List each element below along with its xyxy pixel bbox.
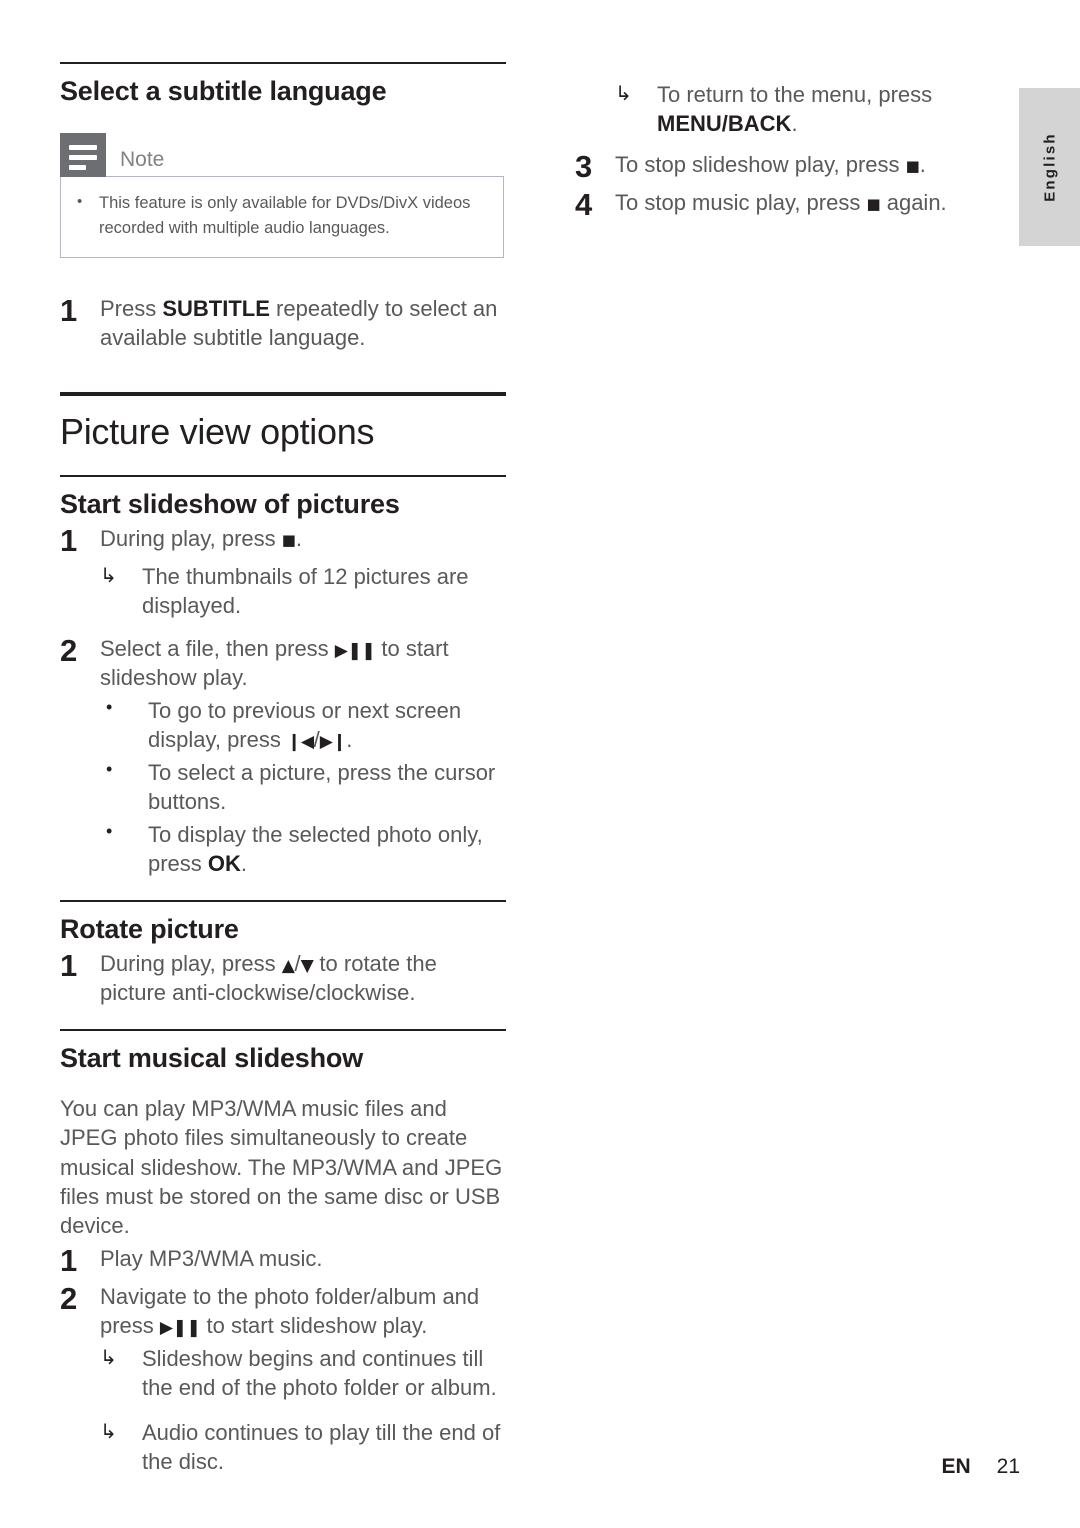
step-number: 2 [60,1280,78,1316]
step-item: 2 Navigate to the photo folder/album and… [60,1282,506,1340]
musical-slideshow-paragraph: You can play MP3/WMA music files and JPE… [60,1096,503,1239]
step-text-bold: SUBTITLE [162,295,270,321]
step-item: 1 Press SUBTITLE repeatedly to select an… [60,292,506,352]
footer-language-code: EN [941,1455,971,1478]
step-text-after: . [919,152,926,178]
result-arrow-text: Slideshow begins and continues till the … [142,1345,497,1400]
step-text-before: During play, press [100,951,282,977]
step-text: Play MP3/WMA music. [100,1246,323,1272]
play-pause-icon: ▶❚❚ [334,640,376,661]
step-text-before: Select a file, then press [100,635,335,661]
result-arrow-text: To return to the menu, press MENU/BACK. [657,80,1005,138]
step-text: Select a file, then press ▶❚❚ to start s… [100,634,506,692]
step-number: 1 [60,1243,78,1279]
play-pause-icon: ▶❚❚ [159,1317,201,1338]
step-number: 4 [575,186,593,222]
footer-page-number: 21 [996,1455,1020,1478]
result-arrow-item: ↳ Slideshow begins and continues till th… [100,1344,506,1402]
step-text-before: To stop slideshow play, press [615,152,906,178]
step-text: To stop slideshow play, press ■. [615,150,1005,183]
result-arrow-item: ↳ To return to the menu, press MENU/BACK… [615,80,1005,138]
step-text-before: Press [100,295,163,321]
heading-start-slideshow-of-pictures: Start slideshow of pictures [60,489,400,520]
section-rule-top [60,62,506,64]
note-body: • This feature is only available for DVD… [60,176,504,258]
step-number: 3 [575,149,593,185]
sub-arrow-icon: ↳ [100,562,117,587]
next-track-icon: ▶❙ [319,731,347,752]
bullet-dot-icon: • [106,820,113,841]
note-box: Note • This feature is only available fo… [60,133,506,258]
bullet-item: • To go to previous or next screen displ… [100,696,506,754]
step-number: 1 [60,292,78,328]
step-text-after: to start slideshow play. [200,1312,428,1338]
step-text: During play, press ■. [100,524,506,557]
left-column: Select a subtitle language Note • This f… [60,62,506,1476]
step-item: 1 Play MP3/WMA music. [60,1243,506,1279]
bullet-text-after: . [346,726,353,752]
heading-select-subtitle-language: Select a subtitle language [60,76,387,106]
bullet-item: • To select a picture, press the cursor … [100,758,506,816]
note-list-item: • This feature is only available for DVD… [77,191,487,241]
heading-start-musical-slideshow: Start musical slideshow [60,1043,363,1074]
step-text: Navigate to the photo folder/album and p… [100,1282,506,1340]
result-arrow-item: ↳ The thumbnails of 12 pictures are disp… [100,562,506,620]
arrow-down-icon: ▼ [300,956,314,977]
bullet-text: To go to previous or next screen display… [148,696,506,754]
page-footer: EN 21 [0,1455,1020,1479]
step-number: 2 [60,632,78,668]
previous-track-icon: ❙◀ [286,731,314,752]
sub-arrow-icon: ↳ [615,81,632,105]
right-column: ↳ To return to the menu, press MENU/BACK… [575,80,1005,221]
main-section-rule [60,391,506,396]
section-select-subtitle-language: Select a subtitle language Note • This f… [60,62,506,352]
note-item-text: This feature is only available for DVDs/… [99,194,471,237]
bullet-text-bold: OK [207,851,241,876]
bullet-text: To display the selected photo only, pres… [148,820,506,878]
result-arrow-text: The thumbnails of 12 pictures are displa… [142,563,469,618]
bullet-item: • To display the selected photo only, pr… [100,820,506,878]
manual-page: English Select a subtitle language Note … [0,0,1080,1528]
subsection-rule-slideshow [60,475,506,478]
step-text: Press SUBTITLE repeatedly to select an a… [100,294,506,352]
stop-square-icon: ■ [905,157,920,176]
step-number: 1 [60,948,78,984]
bullet-text-before: To display the selected photo only, pres… [148,821,483,876]
note-icon [60,133,106,178]
subsection-rule-rotate [60,900,506,903]
bullet-dot-icon: • [106,696,113,717]
note-header: Note [60,133,506,178]
step-item: 1 During play, press ■. [60,523,506,559]
bullet-dot-icon: • [106,758,113,779]
sub-arrow-icon: ↳ [100,1344,117,1369]
result-arrow-text-after: . [791,111,798,137]
step-item: 1 During play, press ▲/▼ to rotate the p… [60,949,506,1007]
stop-square-icon: ■ [281,531,296,550]
bullet-text: To select a picture, press the cursor bu… [148,759,496,814]
step-text-after: . [295,526,303,552]
step-item: 4 To stop music play, press ■ again. [575,186,1005,222]
section-picture-view-options: Picture view options Start slideshow of … [60,391,506,1476]
step-text-after: again. [880,189,947,215]
bullet-dot-icon: • [77,193,83,211]
result-arrow-text-before: To return to the menu, press [657,82,933,107]
language-side-tab: English [1019,88,1080,246]
subsection-rule-musical [60,1029,506,1032]
step-item: 2 Select a file, then press ▶❚❚ to start… [60,634,506,692]
note-title: Note [120,148,165,172]
language-side-tab-label: English [1041,132,1058,202]
result-arrow-text-bold: MENU/BACK [657,111,792,137]
arrow-up-icon: ▲ [281,956,295,977]
step-number: 1 [60,523,78,559]
stop-square-icon: ■ [866,194,881,213]
step-item: 3 To stop slideshow play, press ■. [575,149,1005,185]
bullet-text-after: . [240,851,248,876]
heading-rotate-picture: Rotate picture [60,914,239,945]
step-text: To stop music play, press ■ again. [615,188,1005,221]
heading-picture-view-options: Picture view options [60,410,375,452]
step-text: During play, press ▲/▼ to rotate the pic… [100,949,506,1007]
step-text-before: During play, press [100,526,282,552]
step-text-before: To stop music play, press [615,189,867,215]
